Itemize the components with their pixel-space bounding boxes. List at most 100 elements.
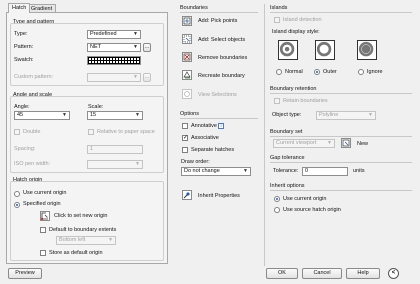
- add-pick-points-label[interactable]: Add: Pick points: [198, 18, 237, 25]
- pattern-select[interactable]: NET ▼: [87, 43, 141, 52]
- gap-tolerance-divider: [270, 162, 412, 163]
- set-origin-icon[interactable]: [40, 211, 50, 221]
- specified-origin-radio[interactable]: [14, 202, 20, 208]
- chevron-down-icon: ▼: [135, 161, 140, 167]
- boundaries-divider: [180, 12, 258, 13]
- remove-boundaries-label[interactable]: Remove boundaries: [198, 55, 247, 62]
- chevron-down-icon: ▼: [108, 237, 113, 243]
- store-default-origin-checkbox[interactable]: [40, 250, 46, 256]
- spacing-label: Spacing:: [14, 146, 36, 152]
- island-outer-label: Outer: [323, 69, 337, 75]
- pick-points-icon[interactable]: [182, 16, 192, 26]
- chevron-down-icon: ▼: [243, 168, 248, 174]
- use-current-origin-radio[interactable]: [14, 191, 20, 197]
- recreate-boundary-label[interactable]: Recreate boundary: [198, 73, 245, 80]
- default-boundary-extents-label: Default to boundary extents: [49, 227, 117, 233]
- chevron-down-icon: ▼: [368, 112, 373, 118]
- select-objects-icon[interactable]: [182, 34, 192, 44]
- island-ignore-preview[interactable]: [357, 40, 377, 60]
- type-select[interactable]: Predefined ▼: [87, 30, 141, 39]
- info-icon[interactable]: i: [218, 123, 224, 129]
- chevron-down-icon: ▼: [133, 74, 138, 80]
- custom-pattern-label: Custom pattern:: [14, 74, 54, 80]
- spacing-input[interactable]: 1: [87, 145, 143, 154]
- new-boundary-set-label[interactable]: New: [357, 141, 368, 148]
- object-type-value: Polyline: [319, 112, 339, 118]
- preview-button[interactable]: Preview: [8, 268, 42, 279]
- object-type-select[interactable]: Polyline ▼: [316, 111, 376, 120]
- pattern-browse-button[interactable]: ...: [143, 43, 151, 52]
- ok-button[interactable]: OK: [266, 268, 298, 279]
- custom-pattern-browse-button[interactable]: ...: [143, 73, 151, 82]
- type-label: Type:: [14, 31, 28, 37]
- island-outer-preview[interactable]: [315, 40, 335, 60]
- inherit-properties-icon[interactable]: [182, 190, 192, 200]
- island-normal-radio[interactable]: [276, 69, 282, 75]
- draw-order-value: Do not change: [184, 168, 220, 174]
- chevron-down-icon: ▼: [327, 140, 332, 146]
- inherit-use-current-radio[interactable]: [274, 196, 280, 202]
- pattern-label: Pattern:: [14, 44, 34, 50]
- cancel-button[interactable]: Cancel: [302, 268, 342, 279]
- tab-hatch-label: Hatch: [12, 5, 27, 11]
- custom-pattern-select[interactable]: ▼: [87, 73, 141, 82]
- boundary-retention-divider: [270, 93, 412, 94]
- iso-pen-width-select[interactable]: ▼: [87, 160, 143, 169]
- boundary-set-value: Current viewport: [276, 140, 317, 146]
- associative-checkbox[interactable]: [182, 134, 188, 141]
- type-value: Predefined: [90, 31, 117, 37]
- remove-boundaries-icon[interactable]: [182, 52, 192, 62]
- object-type-label: Object type:: [272, 112, 302, 118]
- inherit-options-title: Inherit options: [270, 183, 305, 189]
- retain-boundaries-label: Retain boundaries: [283, 98, 328, 104]
- boundary-retention-title: Boundary retention: [270, 86, 317, 92]
- options-divider: [180, 118, 258, 119]
- view-selections-label[interactable]: View Selections: [198, 92, 237, 99]
- annotative-checkbox[interactable]: [182, 123, 188, 129]
- separate-hatches-checkbox[interactable]: [182, 147, 188, 153]
- use-current-origin-label: Use current origin: [23, 190, 67, 196]
- add-select-objects-label[interactable]: Add: Select objects: [198, 37, 245, 44]
- draw-order-label: Draw order:: [181, 159, 210, 165]
- help-button[interactable]: Help: [346, 268, 380, 279]
- island-ignore-label: Ignore: [367, 69, 383, 75]
- new-boundary-set-icon[interactable]: [341, 138, 351, 148]
- scale-select[interactable]: 15 ▼: [87, 111, 143, 120]
- default-boundary-extents-checkbox[interactable]: [40, 227, 46, 233]
- boundary-set-select[interactable]: Current viewport ▼: [273, 139, 335, 148]
- island-normal-label: Normal: [285, 69, 303, 75]
- double-checkbox[interactable]: [14, 129, 20, 135]
- column-divider: [264, 4, 265, 266]
- annotative-label: Annotative: [191, 123, 217, 129]
- island-detection-checkbox[interactable]: [274, 17, 280, 23]
- inherit-use-current-label: Use current origin: [283, 196, 327, 202]
- inherit-properties-label[interactable]: Inherit Properties: [198, 193, 240, 200]
- tolerance-input[interactable]: 0: [302, 167, 348, 176]
- store-default-origin-label: Store as default origin: [49, 250, 103, 256]
- angle-select[interactable]: 45 ▼: [14, 111, 70, 120]
- scale-label: Scale:: [88, 104, 104, 110]
- associative-label: Associative: [191, 135, 219, 141]
- click-set-origin-label: Click to set new origin: [54, 213, 108, 219]
- angle-label: Angle:: [14, 104, 30, 110]
- inherit-use-source-radio[interactable]: [274, 207, 280, 213]
- view-selections-icon[interactable]: [182, 89, 192, 99]
- iso-pen-width-label: ISO pen width:: [14, 161, 51, 167]
- relative-paper-space-checkbox[interactable]: [88, 129, 94, 135]
- swatch-label: Swatch:: [14, 57, 34, 63]
- double-label: Double: [23, 129, 41, 135]
- retain-boundaries-checkbox[interactable]: [274, 98, 280, 104]
- boundary-extents-select[interactable]: Bottom left ▼: [56, 236, 116, 245]
- chevron-down-icon: ▼: [135, 112, 140, 118]
- collapse-dialog-button[interactable]: <: [388, 268, 399, 279]
- tab-hatch[interactable]: Hatch: [8, 3, 31, 13]
- pattern-swatch[interactable]: [87, 56, 141, 65]
- tolerance-label: Tolerance:: [273, 168, 299, 174]
- island-outer-radio[interactable]: [314, 69, 320, 75]
- boundary-set-title: Boundary set: [270, 129, 303, 135]
- draw-order-select[interactable]: Do not change ▼: [181, 167, 251, 176]
- recreate-boundary-icon[interactable]: [182, 70, 192, 80]
- island-ignore-radio[interactable]: [358, 69, 364, 75]
- island-normal-preview[interactable]: [278, 40, 298, 60]
- pattern-value: NET: [90, 44, 101, 50]
